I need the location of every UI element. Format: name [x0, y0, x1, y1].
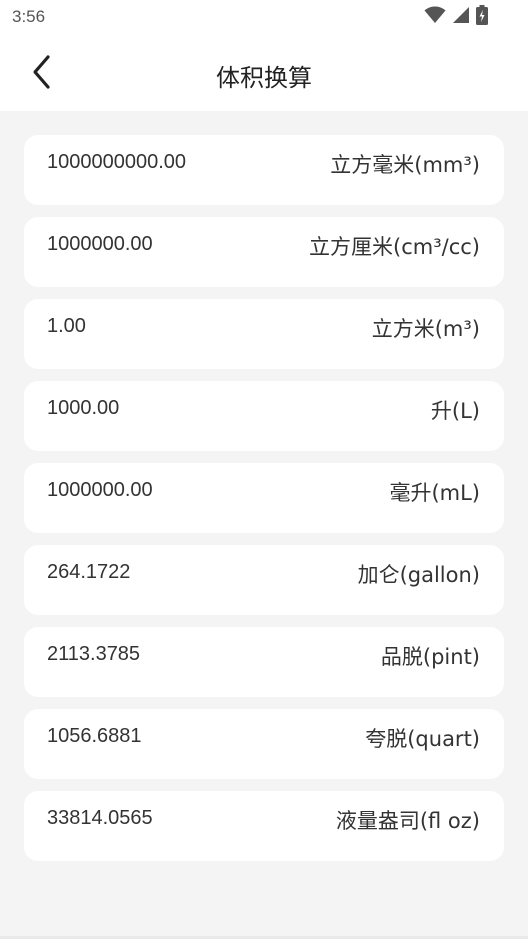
conversion-value: 2113.3785 [47, 643, 141, 665]
conversion-row-ml[interactable]: 1000000.00 毫升(mL) [24, 463, 504, 533]
wifi-icon [424, 6, 446, 28]
conversion-unit: 立方厘米(cm³/cc) [309, 235, 480, 259]
conversion-value: 1000000.00 [47, 233, 153, 255]
conversion-unit: 加仑(gallon) [357, 563, 480, 587]
conversion-value: 1000.00 [47, 397, 120, 419]
conversion-row-m3[interactable]: 1.00 立方米(m³) [24, 299, 504, 369]
status-time: 3:56 [12, 7, 46, 26]
conversion-list: 1000000000.00 立方毫米(mm³) 1000000.00 立方厘米(… [24, 135, 504, 873]
conversion-row-pint[interactable]: 2113.3785 品脱(pint) [24, 627, 504, 697]
conversion-row-liter[interactable]: 1000.00 升(L) [24, 381, 504, 451]
conversion-unit: 夸脱(quart) [365, 727, 480, 751]
conversion-row-mm3[interactable]: 1000000000.00 立方毫米(mm³) [24, 135, 504, 205]
conversion-unit: 立方米(m³) [371, 317, 480, 341]
conversion-value: 33814.0565 [47, 807, 153, 829]
conversion-unit: 液量盎司(fl oz) [335, 809, 480, 833]
status-bar: 3:56 [0, 0, 528, 36]
conversion-row-quart[interactable]: 1056.6881 夸脱(quart) [24, 709, 504, 779]
conversion-value: 1000000000.00 [47, 151, 187, 173]
conversion-unit: 毫升(mL) [389, 481, 480, 505]
conversion-value: 1000000.00 [47, 479, 153, 501]
conversion-unit: 品脱(pint) [380, 645, 480, 669]
conversion-row-floz[interactable]: 33814.0565 液量盎司(fl oz) [24, 791, 504, 861]
page-title: 体积换算 [216, 64, 312, 92]
conversion-value: 1.00 [47, 315, 86, 337]
conversion-row-gallon[interactable]: 264.1722 加仑(gallon) [24, 545, 504, 615]
conversion-row-cm3[interactable]: 1000000.00 立方厘米(cm³/cc) [24, 217, 504, 287]
conversion-unit: 立方毫米(mm³) [330, 153, 480, 177]
battery-icon [476, 5, 488, 29]
conversion-value: 1056.6881 [47, 725, 142, 747]
signal-icon [452, 6, 470, 28]
conversion-value: 264.1722 [47, 561, 131, 583]
app-bar: 体积换算 [0, 36, 528, 111]
status-icons [424, 5, 488, 29]
conversion-unit: 升(L) [430, 399, 480, 423]
